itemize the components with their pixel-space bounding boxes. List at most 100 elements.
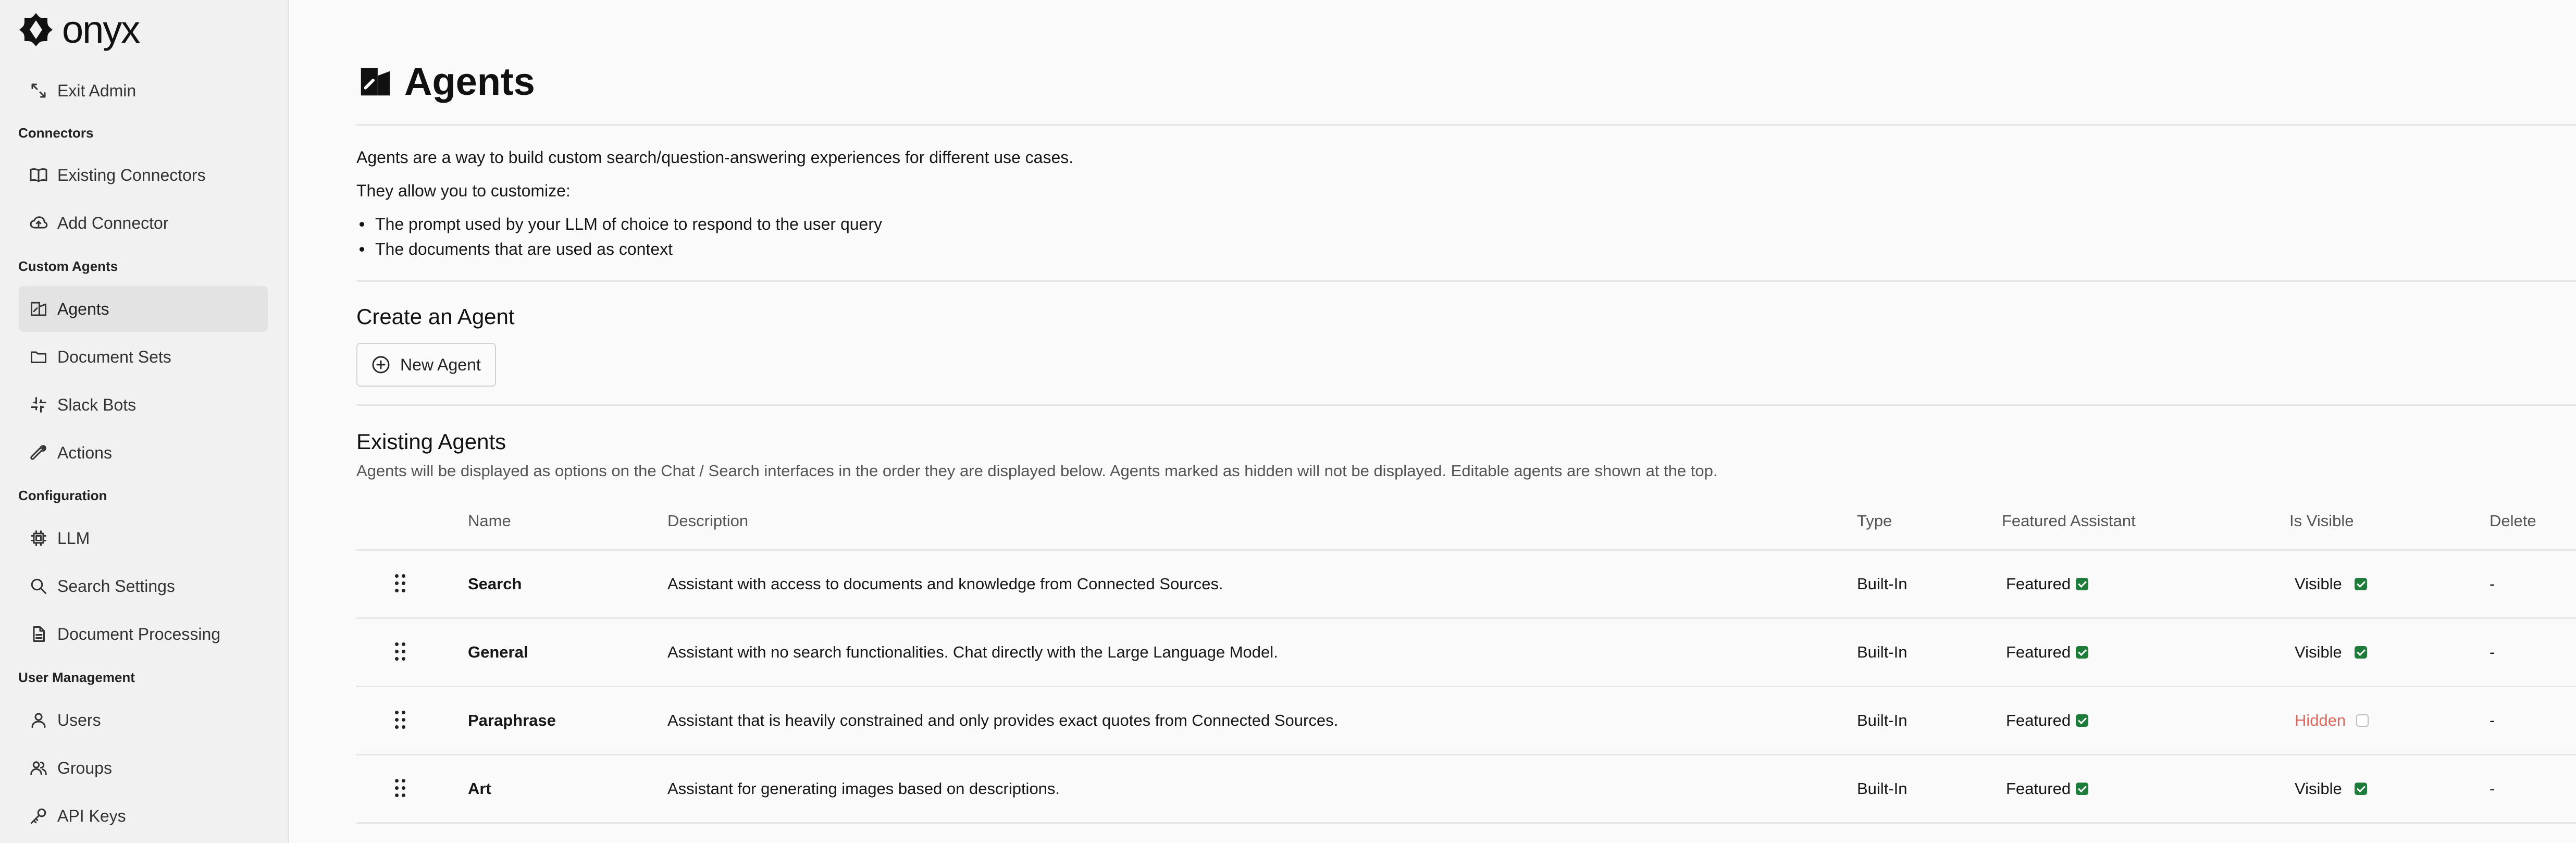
cpu-chip-icon <box>31 530 46 546</box>
sidebar-item-agents[interactable]: Agents <box>19 286 268 332</box>
section-configuration: Configuration <box>18 488 107 503</box>
new-agent-label: New Agent <box>400 355 481 374</box>
visibility-label: Hidden <box>2295 711 2346 729</box>
sidebar-item-api-keys[interactable]: API Keys <box>19 793 268 839</box>
featured-label: Featured <box>2006 711 2071 729</box>
sidebar-item-llm[interactable]: LLM <box>19 515 268 561</box>
sidebar-item-label: Add Connector <box>57 213 169 232</box>
table-header: Name Description Type Featured Assistant… <box>356 500 2576 551</box>
featured-label: Featured <box>2006 643 2071 661</box>
intro-text: Agents are a way to build custom search/… <box>356 148 1074 167</box>
sidebar-item-document-sets[interactable]: Document Sets <box>19 334 268 380</box>
cloud-upload-icon <box>30 216 48 229</box>
visibility-toggle[interactable]: Visible <box>2295 575 2367 593</box>
featured-toggle[interactable]: Featured <box>2006 779 2089 798</box>
check-icon <box>2354 578 2367 590</box>
empty-checkbox-icon <box>2356 714 2369 727</box>
column-header-description: Description <box>667 512 749 530</box>
new-agent-button[interactable]: New Agent <box>356 343 496 387</box>
featured-cell: Featured <box>2006 619 2089 686</box>
exit-admin-link[interactable]: Exit Admin <box>19 68 268 114</box>
featured-label: Featured <box>2006 779 2071 798</box>
slack-icon <box>31 397 46 413</box>
list-item: The documents that are used as context <box>356 237 882 262</box>
column-header-name: Name <box>468 512 511 530</box>
page-header: Agents <box>356 63 535 101</box>
check-icon <box>2076 714 2089 727</box>
column-header-type: Type <box>1857 512 1892 530</box>
wrench-icon <box>30 445 46 460</box>
sidebar-item-label: Groups <box>57 758 112 777</box>
sidebar-item-users[interactable]: Users <box>19 697 268 743</box>
list-item: The prompt used by your LLM of choice to… <box>356 212 882 237</box>
header-divider <box>356 124 2576 126</box>
drag-handle-icon[interactable] <box>395 574 406 594</box>
sidebar-item-label: Existing Connectors <box>57 165 206 184</box>
featured-toggle[interactable]: Featured <box>2006 711 2089 730</box>
agent-description: Assistant that is heavily constrained an… <box>667 711 1339 729</box>
delete-cell: - <box>2490 643 2495 661</box>
table-row: Search Assistant with access to documents… <box>356 551 2576 619</box>
table-body: Search Assistant with access to documents… <box>356 551 2576 824</box>
existing-agents-description: Agents will be displayed as options on t… <box>356 462 1718 480</box>
visibility-cell: Visible <box>2295 551 2367 617</box>
visibility-cell: Visible <box>2295 755 2367 822</box>
featured-toggle[interactable]: Featured <box>2006 643 2089 662</box>
featured-label: Featured <box>2006 575 2071 593</box>
existing-agents-heading: Existing Agents <box>356 429 506 454</box>
drag-handle-icon[interactable] <box>395 642 406 662</box>
sidebar-item-add-connector[interactable]: Add Connector <box>19 200 268 246</box>
column-header-featured: Featured Assistant <box>2002 512 2136 530</box>
agent-description: Assistant for generating images based on… <box>667 779 1060 798</box>
visibility-label: Visible <box>2295 643 2342 661</box>
visibility-toggle[interactable]: Hidden <box>2295 711 2369 730</box>
check-icon <box>2076 578 2089 590</box>
admin-sidebar: onyx Exit Admin Connectors Existing Conn… <box>0 0 289 843</box>
table-row: Art Assistant for generating images based… <box>356 755 2576 824</box>
visibility-toggle[interactable]: Visible <box>2295 643 2367 662</box>
featured-cell: Featured <box>2006 687 2089 754</box>
visibility-label: Visible <box>2295 575 2342 593</box>
visibility-cell: Visible <box>2295 619 2367 686</box>
section-divider <box>356 280 2576 282</box>
featured-cell: Featured <box>2006 755 2089 822</box>
agent-type: Built-In <box>1857 575 1908 593</box>
user-icon <box>31 713 46 728</box>
sidebar-item-existing-connectors[interactable]: Existing Connectors <box>19 152 268 198</box>
agents-icon <box>31 302 46 316</box>
agent-type: Built-In <box>1857 711 1908 729</box>
book-open-icon <box>30 168 47 182</box>
visibility-label: Visible <box>2295 779 2342 798</box>
drag-handle-icon[interactable] <box>395 779 406 799</box>
onyx-logo[interactable]: onyx <box>17 8 140 52</box>
agent-name: Paraphrase <box>468 711 556 729</box>
onyx-logo-icon <box>19 13 53 46</box>
featured-cell: Featured <box>2006 551 2089 617</box>
sidebar-item-label: Agents <box>57 299 109 318</box>
sidebar-item-search-settings[interactable]: Search Settings <box>19 563 268 609</box>
visibility-toggle[interactable]: Visible <box>2295 779 2367 798</box>
sidebar-item-document-processing[interactable]: Document Processing <box>19 611 268 657</box>
delete-cell: - <box>2490 711 2495 729</box>
sidebar-item-label: Document Sets <box>57 347 171 366</box>
exit-arrows-icon <box>31 83 46 98</box>
main-content: Agents Agents are a way to build custom … <box>291 0 2576 843</box>
sidebar-item-label: Users <box>57 710 101 729</box>
table-row: Paraphrase Assistant that is heavily cons… <box>356 687 2576 755</box>
featured-toggle[interactable]: Featured <box>2006 575 2089 593</box>
agent-name: Search <box>468 575 522 593</box>
agent-type: Built-In <box>1857 779 1908 798</box>
sidebar-item-actions[interactable]: Actions <box>19 430 268 476</box>
folder-icon <box>31 351 46 363</box>
sidebar-item-groups[interactable]: Groups <box>19 745 268 791</box>
customize-list: The prompt used by your LLM of choice to… <box>356 212 882 262</box>
section-user-management: User Management <box>18 670 135 685</box>
agents-title-icon <box>361 68 390 96</box>
agents-table: Name Description Type Featured Assistant… <box>356 500 2576 824</box>
drag-handle-icon[interactable] <box>395 711 406 730</box>
plus-circle-icon <box>372 356 390 374</box>
sidebar-item-slack-bots[interactable]: Slack Bots <box>19 382 268 428</box>
users-group-icon <box>30 761 47 775</box>
table-row: General Assistant with no search function… <box>356 619 2576 687</box>
section-connectors: Connectors <box>18 125 94 141</box>
